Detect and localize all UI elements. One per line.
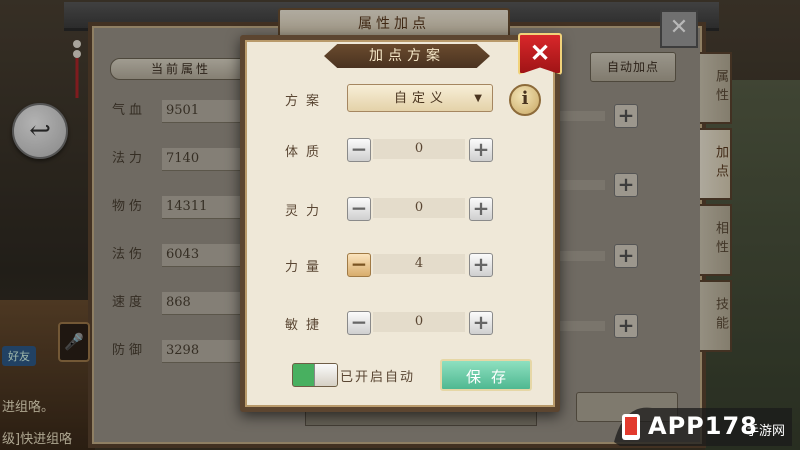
auto-toggle[interactable] xyxy=(292,363,338,387)
plus-button[interactable]: + xyxy=(469,253,493,277)
scheme-value: 自定义 xyxy=(394,91,449,106)
save-button[interactable]: 保存 xyxy=(440,359,532,391)
minus-icon: − xyxy=(350,252,368,276)
stepper-value[interactable]: 0 xyxy=(373,139,465,159)
watermark-brand: APP178 xyxy=(648,412,758,440)
plus-icon: + xyxy=(472,196,490,220)
plus-button[interactable]: + xyxy=(469,138,493,162)
minus-icon: − xyxy=(350,137,368,161)
plus-icon: + xyxy=(472,252,490,276)
info-button[interactable]: i xyxy=(509,84,541,116)
close-icon: ✕ xyxy=(529,38,551,67)
stepper-strength: − 4 + xyxy=(347,253,493,277)
stepper-value[interactable]: 4 xyxy=(373,254,465,274)
plus-icon: + xyxy=(472,137,490,161)
minus-icon: − xyxy=(350,196,368,220)
plus-button[interactable]: + xyxy=(469,197,493,221)
watermark-subtitle: 手游网 xyxy=(746,424,786,439)
stepper-constitution: − 0 + xyxy=(347,138,493,162)
dropdown-arrow-icon: ▼ xyxy=(474,93,482,104)
scheme-dropdown[interactable]: 自定义 ▼ xyxy=(347,84,493,112)
minus-button[interactable]: − xyxy=(347,253,371,277)
dialog-title: 加点方案 xyxy=(324,44,490,68)
toggle-knob xyxy=(314,364,337,386)
row-label-strength: 力量 xyxy=(285,260,328,275)
point-scheme-dialog: 加点方案 方案 自定义 ▼ i 体质 − 0 + 灵力 − 0 + 力量 − 4… xyxy=(240,33,562,412)
row-label-agility: 敏捷 xyxy=(285,318,328,333)
plus-button[interactable]: + xyxy=(469,311,493,335)
stepper-agility: − 0 + xyxy=(347,311,493,335)
minus-button[interactable]: − xyxy=(347,311,371,335)
minus-button[interactable]: − xyxy=(347,197,371,221)
info-icon: i xyxy=(521,88,529,109)
scheme-label: 方案 xyxy=(285,94,328,109)
dialog-body: 加点方案 方案 自定义 ▼ i 体质 − 0 + 灵力 − 0 + 力量 − 4… xyxy=(245,40,555,407)
auto-toggle-label: 已开启自动 xyxy=(340,370,416,385)
row-label-constitution: 体质 xyxy=(285,145,328,160)
minus-button[interactable]: − xyxy=(347,138,371,162)
stepper-value[interactable]: 0 xyxy=(373,312,465,332)
minus-icon: − xyxy=(350,310,368,334)
stepper-spirit: − 0 + xyxy=(347,197,493,221)
plus-icon: + xyxy=(472,310,490,334)
stepper-value[interactable]: 0 xyxy=(373,198,465,218)
row-label-spirit: 灵力 xyxy=(285,204,328,219)
